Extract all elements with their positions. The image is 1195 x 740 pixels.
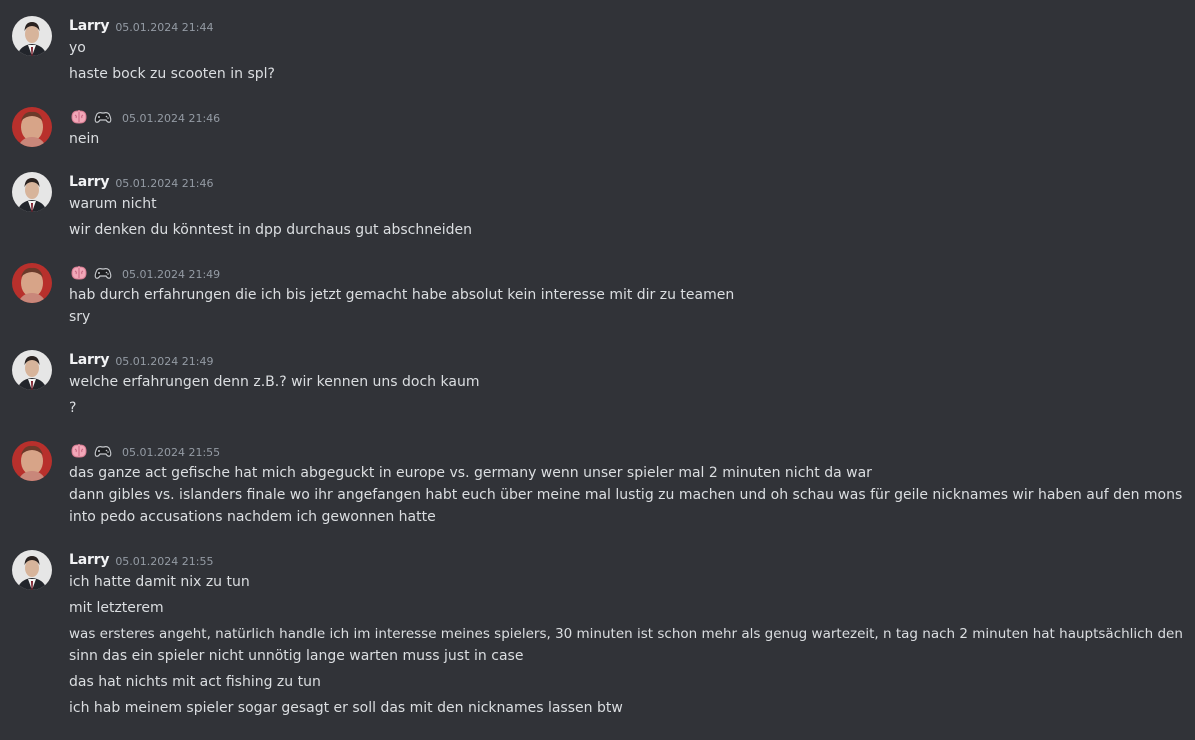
- message-text: dann gibles vs. islanders finale wo ihr …: [69, 487, 1183, 503]
- message-header: Larry 05.01.2024 21:55: [69, 550, 214, 570]
- message-header: 05.01.2024 21:49: [69, 263, 220, 283]
- username[interactable]: Larry: [69, 352, 110, 368]
- message-text: welche erfahrungen denn z.B.? wir kennen…: [69, 374, 480, 390]
- message-text: das hat nichts mit act fishing zu tun: [69, 674, 321, 690]
- message-text: ich hab meinem spieler sogar gesagt er s…: [69, 700, 623, 716]
- timestamp[interactable]: 05.01.2024 21:49: [115, 355, 213, 368]
- timestamp[interactable]: 05.01.2024 21:55: [115, 555, 213, 568]
- message-text: ich hatte damit nix zu tun: [69, 574, 250, 590]
- message-text: hab durch erfahrungen die ich bis jetzt …: [69, 287, 735, 303]
- message-text: wir denken du könntest in dpp durchaus g…: [69, 222, 473, 238]
- timestamp[interactable]: 05.01.2024 21:46: [122, 112, 220, 125]
- message-text: ?: [69, 400, 77, 416]
- red-avatar[interactable]: [12, 263, 52, 303]
- larry-avatar[interactable]: [12, 16, 52, 56]
- message-header: 05.01.2024 21:46: [69, 107, 220, 127]
- message-header: Larry 05.01.2024 21:44: [69, 16, 214, 36]
- brain-icon: [71, 444, 87, 458]
- username-badges[interactable]: [69, 443, 113, 459]
- gamepad-icon: [94, 268, 112, 279]
- message-header: 05.01.2024 21:55: [69, 441, 220, 461]
- larry-avatar[interactable]: [12, 172, 52, 212]
- username-badges[interactable]: [69, 109, 113, 125]
- message-header: Larry 05.01.2024 21:46: [69, 172, 214, 192]
- username[interactable]: Larry: [69, 174, 110, 190]
- gamepad-icon: [94, 112, 112, 123]
- gamepad-icon: [94, 446, 112, 457]
- chat-message-list: Larry 05.01.2024 21:44 yo haste bock zu …: [0, 0, 1195, 740]
- red-avatar[interactable]: [12, 441, 52, 481]
- brain-icon: [71, 110, 87, 124]
- message-header: Larry 05.01.2024 21:49: [69, 350, 214, 370]
- message-text: nein: [69, 131, 100, 147]
- timestamp[interactable]: 05.01.2024 21:55: [122, 446, 220, 459]
- message-text: mit letzterem: [69, 600, 164, 616]
- message-text: into pedo accusations nachdem ich gewonn…: [69, 509, 436, 525]
- timestamp[interactable]: 05.01.2024 21:49: [122, 268, 220, 281]
- message-text: warum nicht: [69, 196, 157, 212]
- timestamp[interactable]: 05.01.2024 21:46: [115, 177, 213, 190]
- message-text: das ganze act gefische hat mich abgeguck…: [69, 465, 872, 481]
- red-avatar[interactable]: [12, 107, 52, 147]
- message-text: sinn das ein spieler nicht unnötig lange…: [69, 648, 524, 664]
- message-text: was ersteres angeht, natürlich handle ic…: [69, 626, 1183, 642]
- username[interactable]: Larry: [69, 18, 110, 34]
- timestamp[interactable]: 05.01.2024 21:44: [115, 21, 213, 34]
- username-badges[interactable]: [69, 265, 113, 281]
- message-text: yo: [69, 40, 86, 56]
- message-text: haste bock zu scooten in spl?: [69, 66, 275, 82]
- larry-avatar[interactable]: [12, 550, 52, 590]
- larry-avatar[interactable]: [12, 350, 52, 390]
- message-text: sry: [69, 309, 91, 325]
- brain-icon: [71, 266, 87, 280]
- username[interactable]: Larry: [69, 552, 110, 568]
